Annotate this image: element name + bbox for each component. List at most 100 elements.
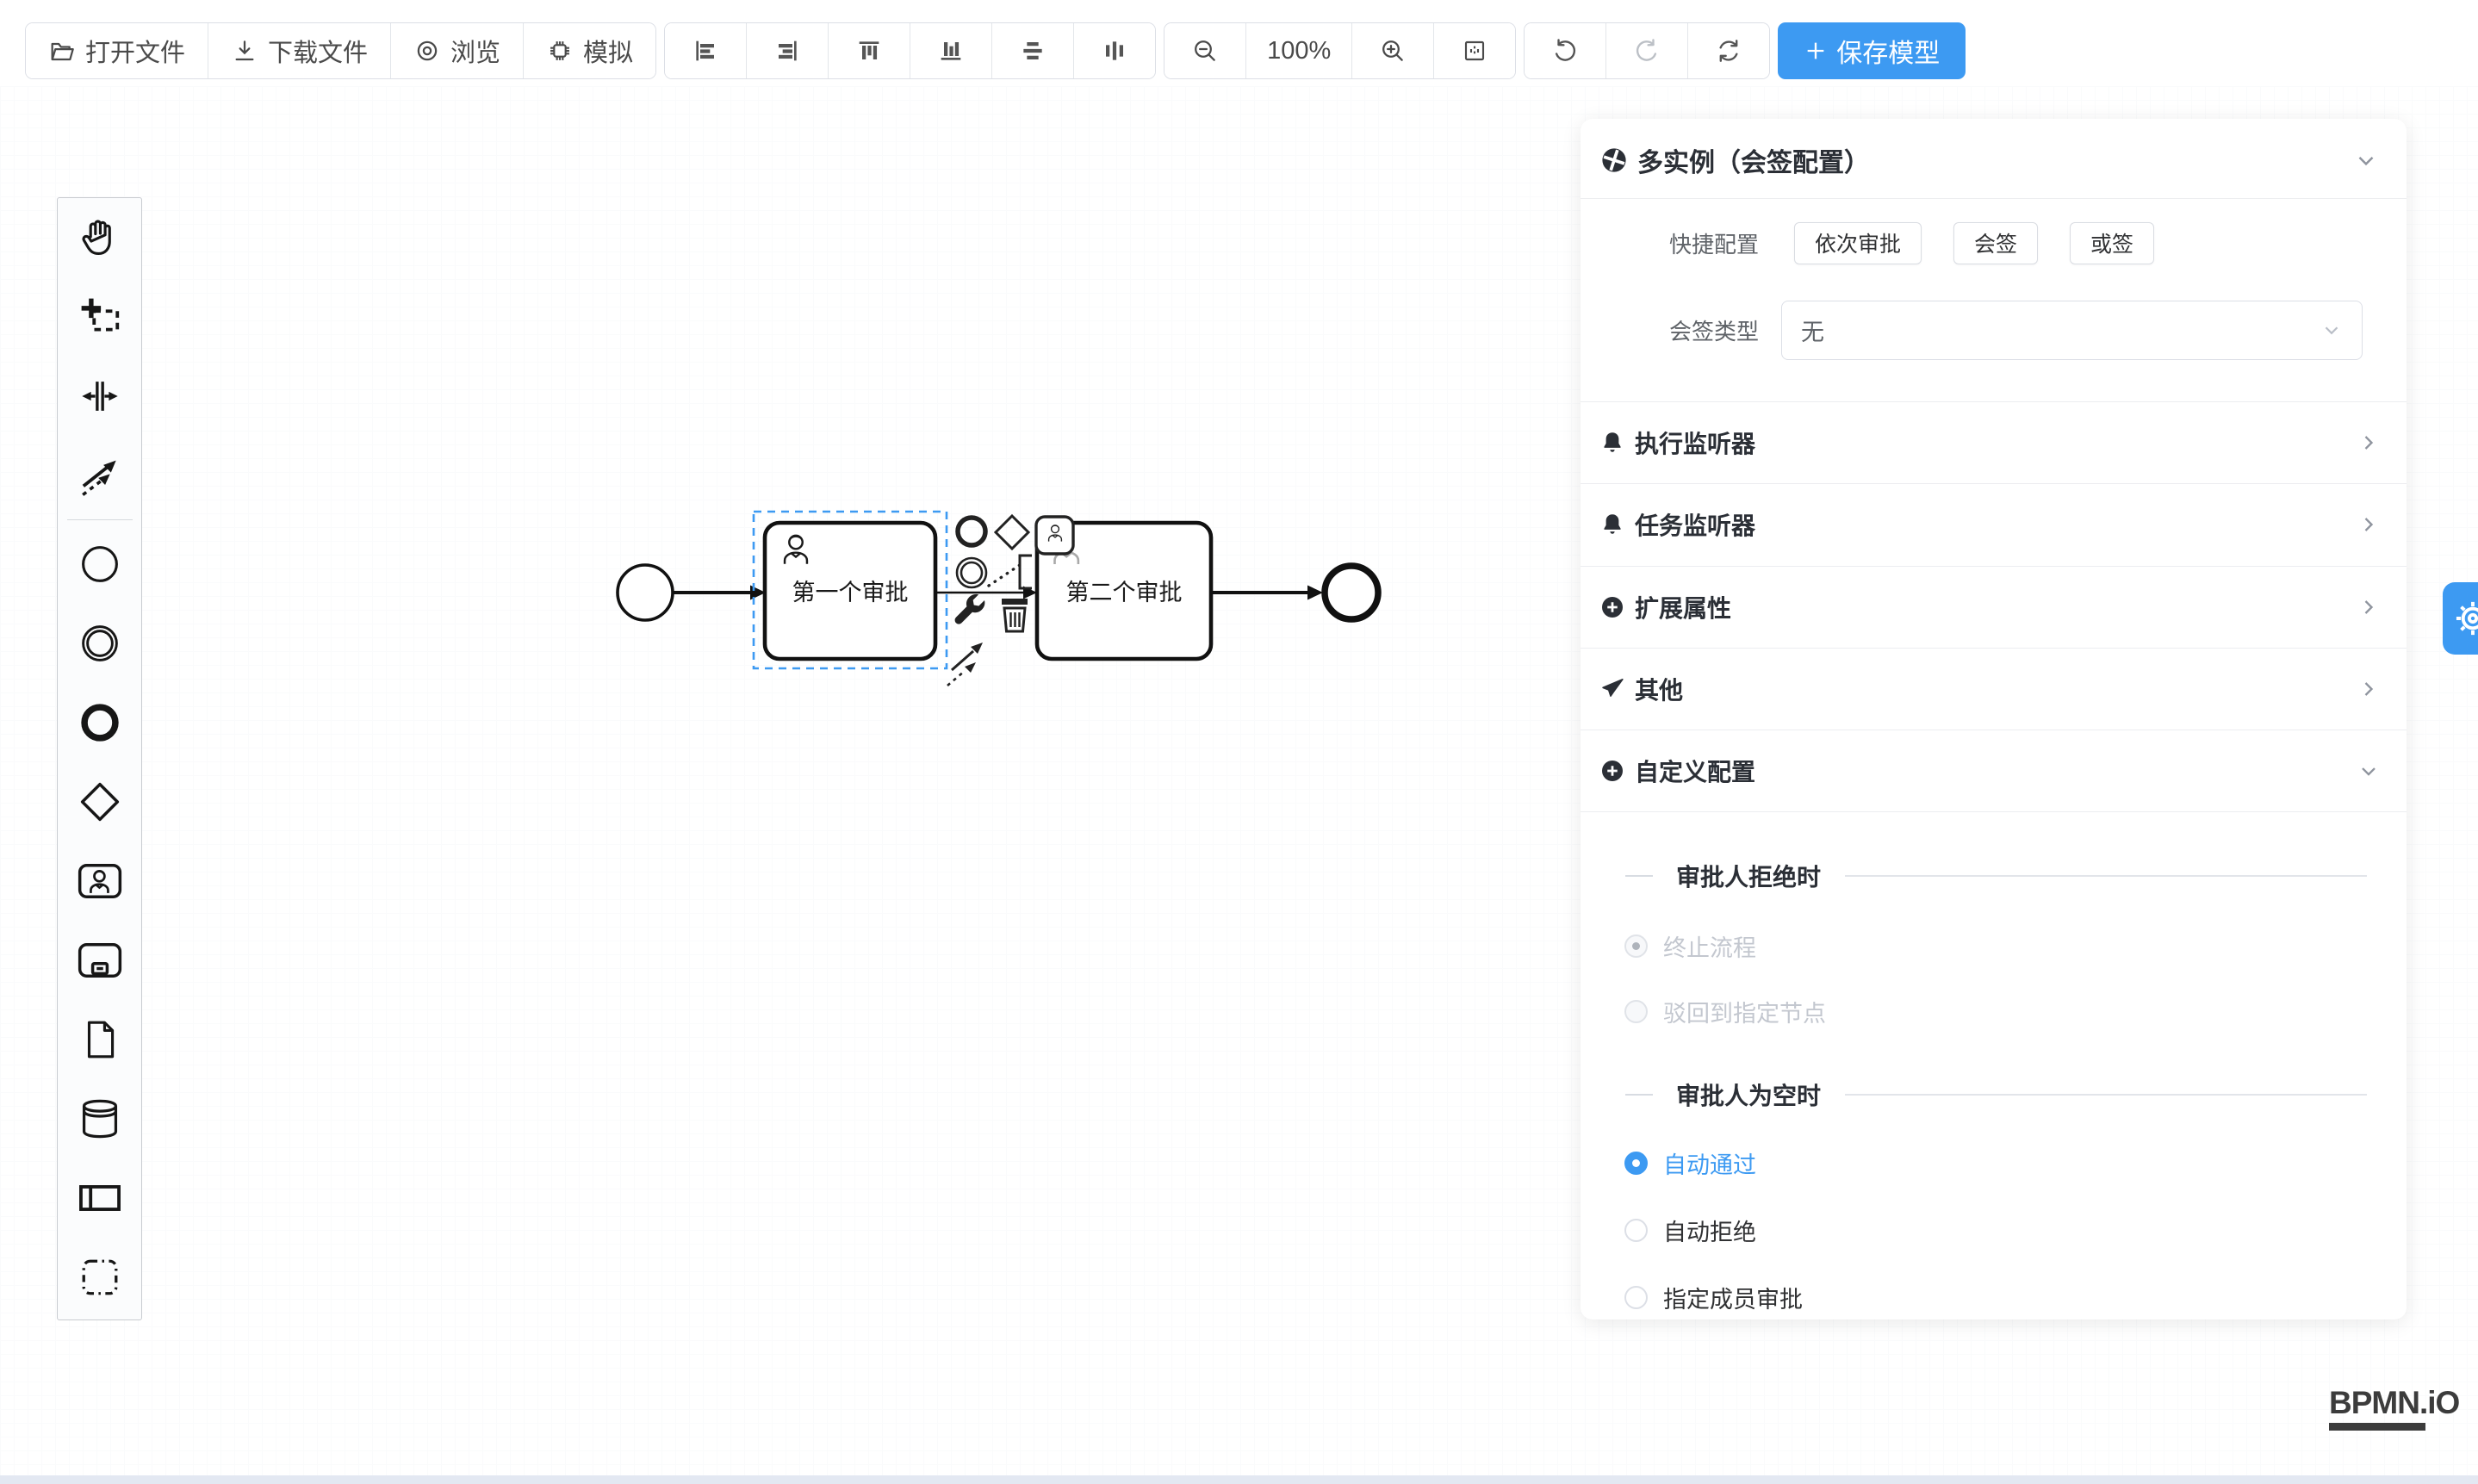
divider	[1845, 875, 2367, 877]
bell-icon	[1599, 430, 1625, 456]
append-end-event-icon[interactable]	[958, 518, 985, 545]
create-participant[interactable]	[58, 1158, 141, 1238]
zoom-level: 100%	[1245, 23, 1351, 78]
task-first-approval[interactable]: 第一个审批	[765, 523, 935, 659]
option-auto-reject[interactable]: 自动拒绝	[1581, 1213, 2407, 1247]
option-auto-pass[interactable]: 自动通过	[1581, 1146, 2407, 1180]
redo-button[interactable]	[1605, 23, 1687, 78]
sequence-flow-1[interactable]	[673, 586, 766, 600]
radio-disabled	[1624, 1000, 1648, 1023]
participant-icon	[77, 1175, 123, 1221]
divider	[1625, 1094, 1653, 1096]
section-custom-config[interactable]: 自定义配置	[1581, 730, 2407, 811]
create-start-event[interactable]	[58, 525, 141, 604]
hand-tool[interactable]	[58, 198, 141, 277]
lasso-tool[interactable]	[58, 277, 141, 357]
append-user-task-icon[interactable]	[1036, 517, 1073, 554]
task1-label: 第一个审批	[792, 580, 909, 605]
radio-checked	[1624, 1152, 1648, 1175]
align-right-button[interactable]	[746, 23, 828, 78]
global-connect-tool[interactable]	[58, 436, 141, 515]
create-intermediate-event[interactable]	[58, 604, 141, 683]
append-intermediate-event-inner	[961, 562, 982, 583]
bpmn-io-logo[interactable]: BPMN.iO	[2329, 1385, 2459, 1431]
section-other[interactable]: 其他	[1581, 648, 2407, 730]
save-model-button[interactable]: 保存模型	[1778, 22, 1966, 79]
align-bottom-button[interactable]	[910, 23, 991, 78]
fit-viewport-icon	[1461, 37, 1488, 65]
gateway-icon	[78, 779, 122, 824]
append-text-annotation-icon[interactable]	[1020, 556, 1032, 588]
sequence-flow-3[interactable]	[1211, 586, 1323, 600]
zoom-in-button[interactable]	[1351, 23, 1433, 78]
section-extension-properties[interactable]: 扩展属性	[1581, 566, 2407, 648]
connect-tool-icon[interactable]	[947, 643, 983, 686]
download-icon	[231, 37, 258, 65]
create-user-task[interactable]	[58, 841, 141, 921]
align-middle-icon	[1101, 37, 1128, 65]
undo-button[interactable]	[1525, 23, 1605, 78]
fit-viewport-button[interactable]	[1433, 23, 1515, 78]
plus-circle-icon	[1599, 758, 1625, 784]
create-data-store[interactable]	[58, 1079, 141, 1158]
create-gateway[interactable]	[58, 762, 141, 841]
download-file-label: 下载文件	[268, 33, 368, 69]
align-middle-button[interactable]	[1073, 23, 1155, 78]
section-task-listener[interactable]: 任务监听器	[1581, 483, 2407, 565]
create-subprocess[interactable]	[58, 921, 141, 1000]
bpmn-diagram: 第一个审批 第二个审批	[517, 482, 1464, 741]
quick-config-label: 快捷配置	[1581, 227, 1759, 259]
space-tool[interactable]	[58, 357, 141, 436]
refresh-icon	[1715, 37, 1742, 65]
align-center-button[interactable]	[991, 23, 1073, 78]
quick-btn-orsign[interactable]: 或签	[2070, 222, 2154, 264]
plus-circle-icon	[1599, 594, 1625, 620]
open-file-button[interactable]: 打开文件	[26, 23, 208, 78]
create-data-object[interactable]	[58, 1000, 141, 1079]
simulate-button[interactable]: 模拟	[523, 23, 655, 78]
main-toolbar: 打开文件 下载文件 浏览	[25, 22, 1966, 79]
align-left-icon	[692, 37, 719, 65]
zoom-in-icon	[1379, 37, 1407, 65]
logo-text: BPMN.iO	[2329, 1385, 2459, 1421]
bpmn-palette	[57, 197, 142, 1320]
quick-btn-sequential[interactable]: 依次审批	[1794, 222, 1922, 264]
chip-icon	[546, 37, 574, 65]
start-event[interactable]	[618, 565, 673, 620]
create-end-event[interactable]	[58, 683, 141, 762]
space-tool-icon	[77, 373, 123, 419]
panel-header[interactable]: 多实例（会签配置）	[1581, 133, 2407, 188]
option-terminate-process[interactable]: 终止流程	[1581, 928, 2407, 963]
append-gateway-icon[interactable]	[996, 516, 1028, 549]
option-return-to-node[interactable]: 驳回到指定节点	[1581, 994, 2407, 1028]
section-execution-listener[interactable]: 执行监听器	[1581, 401, 2407, 483]
align-top-icon	[855, 37, 883, 65]
align-left-button[interactable]	[665, 23, 746, 78]
connect-icon	[77, 452, 123, 499]
palette-separator	[67, 519, 133, 520]
settings-tab[interactable]	[2443, 582, 2478, 655]
intermediate-event-icon	[78, 622, 121, 665]
option-assign-member[interactable]: 指定成员审批	[1581, 1280, 2407, 1314]
divider	[1581, 811, 2407, 812]
divider	[1845, 1094, 2367, 1096]
simulate-label: 模拟	[583, 33, 633, 69]
subprocess-icon	[76, 936, 124, 984]
wrench-icon[interactable]	[955, 594, 985, 624]
reset-button[interactable]	[1687, 23, 1769, 78]
history-tool-group	[1524, 22, 1770, 79]
end-event-icon	[78, 701, 121, 744]
preview-button[interactable]: 浏览	[390, 23, 523, 78]
zoom-out-button[interactable]	[1164, 23, 1245, 78]
align-bottom-icon	[937, 37, 965, 65]
chevron-right-icon	[2357, 677, 2381, 701]
end-event[interactable]	[1325, 566, 1378, 619]
sign-type-select[interactable]: 无	[1781, 301, 2363, 360]
align-top-button[interactable]	[828, 23, 910, 78]
create-group[interactable]	[58, 1238, 141, 1317]
zoom-out-icon	[1191, 37, 1219, 65]
send-icon	[1599, 676, 1625, 702]
download-file-button[interactable]: 下载文件	[208, 23, 390, 78]
trash-icon[interactable]	[1002, 599, 1028, 631]
quick-btn-countersign[interactable]: 会签	[1953, 222, 2038, 264]
